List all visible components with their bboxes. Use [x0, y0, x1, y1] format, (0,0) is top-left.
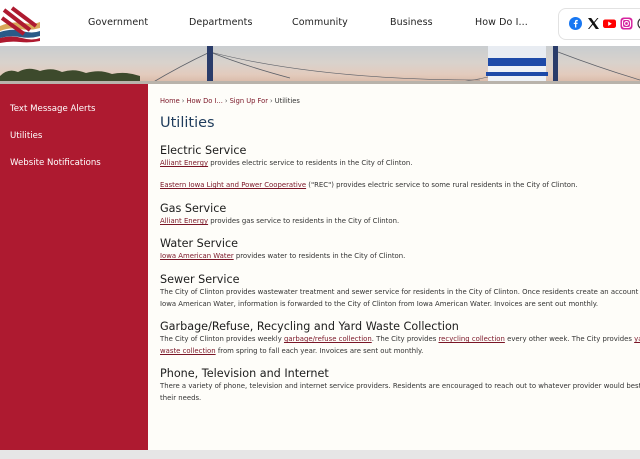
garbage-text-3: every other week. The City provides [504, 335, 635, 343]
alliant-energy-link[interactable]: Alliant Energy [160, 159, 208, 167]
garbage-line-1: The City of Clinton provides weekly garb… [160, 333, 640, 345]
x-icon[interactable] [587, 17, 600, 30]
breadcrumb-separator: › [224, 97, 228, 105]
sewer-line-1: The City of Clinton provides wastewater … [160, 288, 640, 296]
breadcrumb-current: Utilities [274, 97, 300, 105]
facebook-icon[interactable] [569, 17, 582, 30]
social-links [558, 8, 640, 40]
nav-government[interactable]: Government [88, 17, 148, 28]
nav-how-do-i[interactable]: How Do I... [475, 17, 528, 28]
gas-alliant-energy-link[interactable]: Alliant Energy [160, 217, 208, 225]
garbage-text-4: from spring to fall each year. Invoices … [215, 347, 424, 355]
sidebar-item-website-notifications[interactable]: Website Notifications [10, 158, 101, 168]
electric-paragraph-1: Alliant Energy provides electric service… [160, 157, 412, 169]
garbage-text-1: The City of Clinton provides weekly [160, 335, 284, 343]
garbage-line-2: waste collection from spring to fall eac… [160, 345, 423, 357]
gas-paragraph: Alliant Energy provides gas service to r… [160, 215, 399, 227]
gas-text: provides gas service to residents in the… [208, 217, 400, 225]
page-title: Utilities [160, 115, 215, 131]
sewer-line-2: Iowa American Water, information is forw… [160, 300, 599, 308]
yard-waste-collection-link[interactable]: yard [634, 335, 640, 343]
electric-text-1: provides electric service to residents i… [208, 159, 413, 167]
sidebar-item-text-message-alerts[interactable]: Text Message Alerts [10, 104, 95, 114]
breadcrumb-separator: › [181, 97, 185, 105]
iowa-american-water-link[interactable]: Iowa American Water [160, 252, 234, 260]
instagram-icon[interactable] [620, 17, 633, 30]
page-bottom-edge [0, 450, 640, 459]
garbage-text-2: . The City provides [371, 335, 439, 343]
phone-line-2: their needs. [160, 394, 202, 402]
sidebar: Text Message Alerts Utilities Website No… [0, 84, 148, 450]
breadcrumb-how-do-i[interactable]: How Do I... [186, 97, 222, 105]
nav-departments[interactable]: Departments [189, 17, 253, 28]
section-heading-water: Water Service [160, 237, 238, 250]
youtube-icon[interactable] [603, 17, 616, 30]
breadcrumb: Home › How Do I... › Sign Up For › Utilities [160, 97, 300, 105]
water-text: provides water to residents in the City … [233, 252, 406, 260]
section-heading-garbage: Garbage/Refuse, Recycling and Yard Waste… [160, 320, 459, 333]
breadcrumb-home[interactable]: Home [160, 97, 180, 105]
section-heading-electric: Electric Service [160, 144, 247, 157]
garbage-refuse-collection-link[interactable]: garbage/refuse collection [284, 335, 372, 343]
section-heading-sewer: Sewer Service [160, 273, 240, 286]
nav-business[interactable]: Business [390, 17, 433, 28]
section-heading-phone: Phone, Television and Internet [160, 367, 329, 380]
breadcrumb-separator: › [270, 97, 273, 105]
electric-paragraph-2: Eastern Iowa Light and Power Cooperative… [160, 179, 578, 191]
breadcrumb-sign-up-for[interactable]: Sign Up For [230, 97, 268, 105]
recycling-collection-link[interactable]: recycling collection [438, 335, 504, 343]
city-logo[interactable] [0, 4, 44, 44]
water-paragraph: Iowa American Water provides water to re… [160, 250, 405, 262]
eastern-iowa-light-link[interactable]: Eastern Iowa Light and Power Cooperative [160, 181, 306, 189]
hero-banner [0, 46, 640, 84]
sidebar-item-utilities[interactable]: Utilities [10, 131, 42, 141]
yard-waste-collection-link-cont[interactable]: waste collection [160, 347, 216, 355]
main-content: Home › How Do I... › Sign Up For › Utilities U… [148, 84, 640, 450]
nav-community[interactable]: Community [292, 17, 348, 28]
phone-line-1: There a variety of phone, television and… [160, 382, 640, 390]
site-header: Government Departments Community Busines… [0, 0, 640, 46]
electric-text-2: ("REC") provides electric service to som… [306, 181, 578, 189]
section-heading-gas: Gas Service [160, 202, 227, 215]
